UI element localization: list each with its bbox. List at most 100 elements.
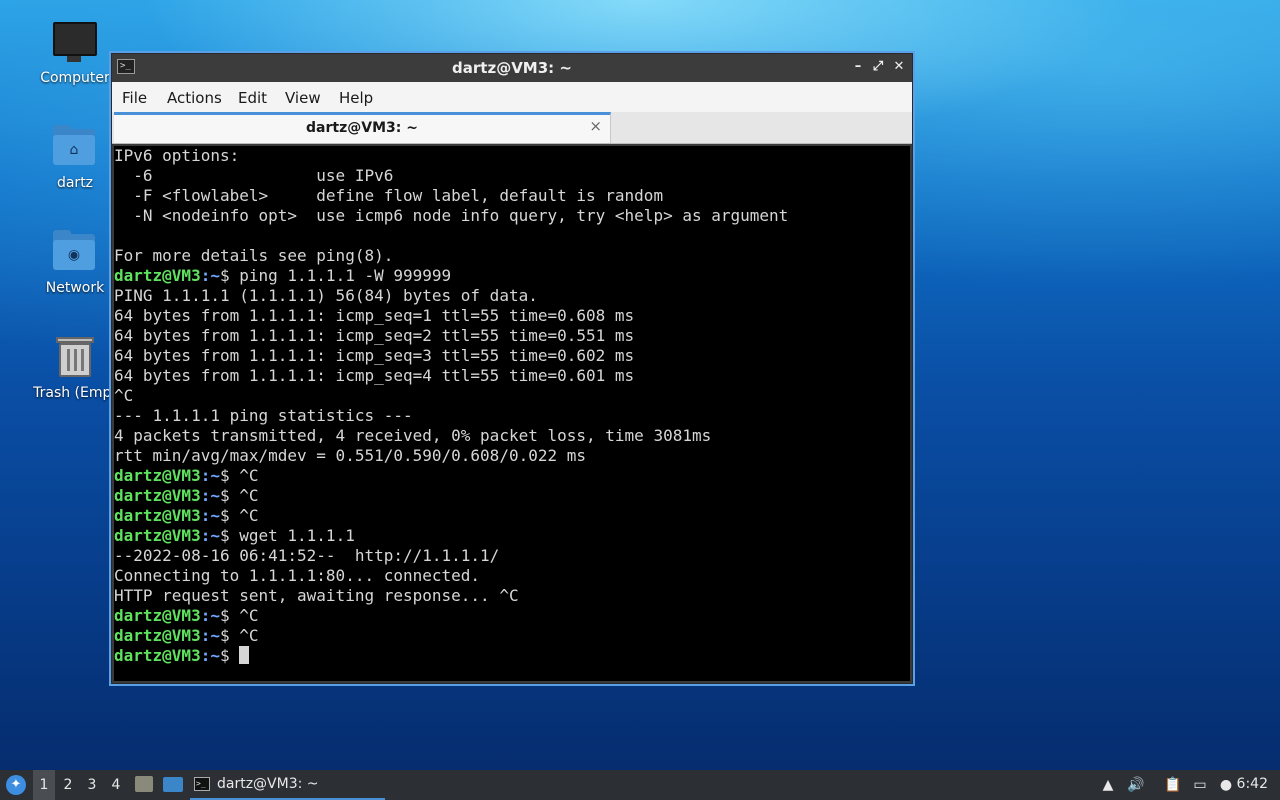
prompt-path: :~ [200, 626, 220, 645]
line-text: --2022-08-16 06:41:52-- http://1.1.1.1/ [114, 546, 500, 565]
prompt-symbol: $ [219, 526, 240, 545]
terminal-output-line: HTTP request sent, awaiting response... … [114, 586, 910, 606]
prompt-symbol: $ [219, 266, 240, 285]
workspace-4[interactable]: 4 [105, 770, 127, 800]
volume-icon[interactable]: 🔊 [1127, 776, 1145, 794]
trash-icon [51, 333, 99, 381]
prompt-path: :~ [200, 606, 220, 625]
prompt-user: dartz@VM3 [114, 486, 201, 505]
terminal-output-line: 64 bytes from 1.1.1.1: icmp_seq=3 ttl=55… [114, 346, 910, 366]
line-text: rtt min/avg/max/mdev = 0.551/0.590/0.608… [114, 446, 587, 465]
terminal-output-line: IPv6 options: [114, 146, 910, 166]
menu-actions[interactable]: Actions [167, 89, 222, 107]
clipboard-icon[interactable]: 📋 [1164, 776, 1182, 794]
line-text: Connecting to 1.1.1.1:80... connected. [114, 566, 481, 585]
line-text: For more details see ping(8). [114, 246, 394, 265]
home-folder-icon: ⌂ [51, 123, 99, 171]
tab-close-icon[interactable]: × [589, 117, 602, 135]
line-text: 64 bytes from 1.1.1.1: icmp_seq=4 ttl=55… [114, 366, 635, 385]
line-text: ^C [239, 506, 259, 525]
show-desktop-icon[interactable] [163, 777, 183, 792]
terminal-output-line: 64 bytes from 1.1.1.1: icmp_seq=4 ttl=55… [114, 366, 910, 386]
menu-help[interactable]: Help [339, 89, 373, 107]
terminal-output-line: 4 packets transmitted, 4 received, 0% pa… [114, 426, 910, 446]
line-text: 4 packets transmitted, 4 received, 0% pa… [114, 426, 712, 445]
terminal-command-line: dartz@VM3:~$ wget 1.1.1.1 [114, 526, 910, 546]
prompt-path: :~ [200, 486, 220, 505]
menu-edit[interactable]: Edit [238, 89, 267, 107]
terminal-output[interactable]: IPv6 options: -6 use IPv6 -F <flowlabel>… [114, 146, 910, 681]
file-manager-icon[interactable] [135, 776, 153, 792]
tab-title: dartz@VM3: ~ [306, 120, 418, 136]
maximize-button[interactable]: ⤢ [868, 57, 888, 77]
terminal-output-line: PING 1.1.1.1 (1.1.1.1) 56(84) bytes of d… [114, 286, 910, 306]
prompt-symbol: $ [219, 486, 240, 505]
prompt-path: :~ [200, 466, 220, 485]
prompt-symbol: $ [219, 606, 240, 625]
menubar: File Actions Edit View Help [112, 82, 912, 112]
terminal-output-line: --2022-08-16 06:41:52-- http://1.1.1.1/ [114, 546, 910, 566]
window-title: dartz@VM3: ~ [452, 59, 572, 77]
terminal-command-line: dartz@VM3:~$ ^C [114, 466, 910, 486]
terminal-command-line: dartz@VM3:~$ ^C [114, 506, 910, 526]
tab-terminal[interactable]: dartz@VM3: ~ × [114, 112, 611, 143]
terminal-output-line: 64 bytes from 1.1.1.1: icmp_seq=2 ttl=55… [114, 326, 910, 346]
prompt-path: :~ [200, 266, 220, 285]
workspace-2[interactable]: 2 [57, 770, 79, 800]
terminal-icon: >_ [194, 777, 210, 791]
line-text: -F <flowlabel> define flow label, defaul… [114, 186, 664, 205]
terminal-output-line: ^C [114, 386, 910, 406]
computer-icon [51, 18, 99, 66]
prompt-path: :~ [200, 506, 220, 525]
close-button[interactable]: ✕ [889, 57, 909, 77]
line-text: ^C [239, 466, 259, 485]
updates-icon[interactable]: ▲ [1099, 776, 1117, 794]
prompt-symbol: $ [219, 646, 240, 665]
network-wired-icon[interactable]: ▭ [1191, 776, 1209, 794]
workspace-3[interactable]: 3 [81, 770, 103, 800]
taskbar-window-label: dartz@VM3: ~ [217, 776, 319, 792]
terminal-output-line: -6 use IPv6 [114, 166, 910, 186]
window-titlebar[interactable]: >_ dartz@VM3: ~ – ⤢ ✕ [112, 54, 912, 82]
terminal-window: >_ dartz@VM3: ~ – ⤢ ✕ File Actions Edit … [111, 53, 913, 684]
terminal-command-line: dartz@VM3:~$ ^C [114, 486, 910, 506]
line-text: --- 1.1.1.1 ping statistics --- [114, 406, 413, 425]
terminal-output-line: -N <nodeinfo opt> use icmp6 node info qu… [114, 206, 910, 226]
terminal-output-line: --- 1.1.1.1 ping statistics --- [114, 406, 910, 426]
prompt-symbol: $ [219, 626, 240, 645]
line-text: 64 bytes from 1.1.1.1: icmp_seq=2 ttl=55… [114, 326, 635, 345]
network-folder-icon: ◉ [51, 228, 99, 276]
prompt-user: dartz@VM3 [114, 526, 201, 545]
terminal-output-line: -F <flowlabel> define flow label, defaul… [114, 186, 910, 206]
prompt-symbol: $ [219, 506, 240, 525]
line-text: wget 1.1.1.1 [239, 526, 355, 545]
whisker-menu-icon[interactable]: ✦ [6, 775, 26, 795]
terminal-command-line: dartz@VM3:~$ ^C [114, 606, 910, 626]
taskbar-window-button[interactable]: >_ dartz@VM3: ~ [190, 770, 385, 800]
prompt-path: :~ [200, 526, 220, 545]
terminal-cursor [239, 646, 250, 664]
line-text: ^C [239, 486, 259, 505]
prompt-user: dartz@VM3 [114, 266, 201, 285]
line-text: 64 bytes from 1.1.1.1: icmp_seq=1 ttl=55… [114, 306, 635, 325]
notification-icon[interactable]: ● [1217, 776, 1235, 794]
line-text: ^C [114, 386, 134, 405]
tab-bar: dartz@VM3: ~ × [112, 112, 912, 144]
prompt-user: dartz@VM3 [114, 646, 201, 665]
terminal-output-line: For more details see ping(8). [114, 246, 910, 266]
menu-file[interactable]: File [122, 89, 147, 107]
terminal-output-line: Connecting to 1.1.1.1:80... connected. [114, 566, 910, 586]
minimize-button[interactable]: – [848, 57, 868, 77]
line-text: ^C [239, 626, 259, 645]
line-text: IPv6 options: [114, 146, 240, 165]
taskbar: ✦ 1 2 3 4 >_ dartz@VM3: ~ ▲ 🔊 📋 ▭ ● 6:42 [0, 770, 1280, 800]
terminal-command-line: dartz@VM3:~$ [114, 646, 910, 666]
prompt-user: dartz@VM3 [114, 606, 201, 625]
clock[interactable]: 6:42 [1237, 776, 1268, 792]
menu-view[interactable]: View [285, 89, 321, 107]
prompt-path: :~ [200, 646, 220, 665]
line-text: 64 bytes from 1.1.1.1: icmp_seq=3 ttl=55… [114, 346, 635, 365]
line-text: ^C [239, 606, 259, 625]
workspace-1[interactable]: 1 [33, 770, 55, 800]
